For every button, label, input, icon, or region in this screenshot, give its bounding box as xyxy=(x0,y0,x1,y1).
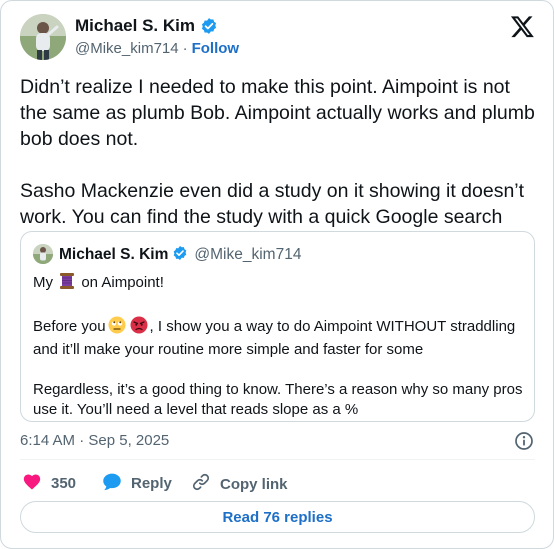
info-icon[interactable] xyxy=(514,431,534,451)
heart-icon xyxy=(22,472,42,494)
quoted-verified-badge-icon xyxy=(172,245,188,264)
reply-label: Reply xyxy=(131,475,172,492)
reply-bubble-icon xyxy=(102,472,122,495)
actions-divider xyxy=(20,459,535,460)
read-replies-button[interactable]: Read 76 replies xyxy=(20,501,535,533)
quoted-body: My on Aimpoint! Before you , I show you … xyxy=(33,272,528,420)
author-avatar[interactable] xyxy=(20,14,66,60)
quoted-tweet[interactable]: Michael S. Kim @Mike_kim714 My on Aimpoi… xyxy=(20,231,535,422)
rolling-eyes-emoji xyxy=(108,316,126,340)
quoted-spacer-1 xyxy=(33,296,528,316)
tweet-timestamp[interactable]: 6:14 AM · Sep 5, 2025 xyxy=(20,432,169,449)
tweet-embed-card: Michael S. Kim @Mike_kim714 · Follow Did… xyxy=(0,0,554,549)
quoted-line-3: and it’ll make your routine more simple … xyxy=(33,341,424,358)
quoted-line-2: Before you , I show you a way to do Aimp… xyxy=(33,316,528,340)
author-handle-row: @Mike_kim714 · Follow xyxy=(75,40,239,57)
link-icon xyxy=(191,472,211,496)
angry-face-emoji xyxy=(130,316,148,340)
quoted-line-5: use it. You’ll need a level that reads s… xyxy=(33,401,359,418)
reply-button[interactable]: Reply xyxy=(102,472,172,495)
spool-of-thread-emoji xyxy=(59,272,75,296)
quoted-line-1: My on Aimpoint! xyxy=(33,272,528,296)
author-name[interactable]: Michael S. Kim xyxy=(75,16,195,36)
x-logo-icon[interactable] xyxy=(510,14,535,39)
quoted-author-avatar xyxy=(33,244,53,264)
tweet-text: Didn’t realize I needed to make this poi… xyxy=(20,76,535,228)
quoted-line-1-end: on Aimpoint! xyxy=(81,274,164,291)
quoted-spacer-2 xyxy=(33,360,528,380)
quoted-header: Michael S. Kim @Mike_kim714 xyxy=(59,245,301,264)
quoted-line-1-start: My xyxy=(33,274,53,291)
quoted-author-name: Michael S. Kim xyxy=(59,245,169,263)
copy-link-button[interactable]: Copy link xyxy=(191,472,288,496)
author-handle[interactable]: @Mike_kim714 xyxy=(75,40,179,57)
separator-dot: · xyxy=(182,40,188,57)
verified-badge-icon xyxy=(200,17,218,35)
like-button[interactable]: 350 xyxy=(22,472,76,494)
copy-link-label: Copy link xyxy=(220,475,288,493)
quoted-author-handle: @Mike_kim714 xyxy=(194,245,302,263)
author-name-row: Michael S. Kim xyxy=(75,16,218,36)
like-count: 350 xyxy=(51,474,77,492)
quoted-line-2-start: Before you xyxy=(33,318,106,335)
quoted-line-2-end: , I show you a way to do Aimpoint WITHOU… xyxy=(149,318,516,335)
follow-button[interactable]: Follow xyxy=(192,40,240,57)
quoted-line-4: Regardless, it’s a good thing to know. T… xyxy=(33,381,523,398)
